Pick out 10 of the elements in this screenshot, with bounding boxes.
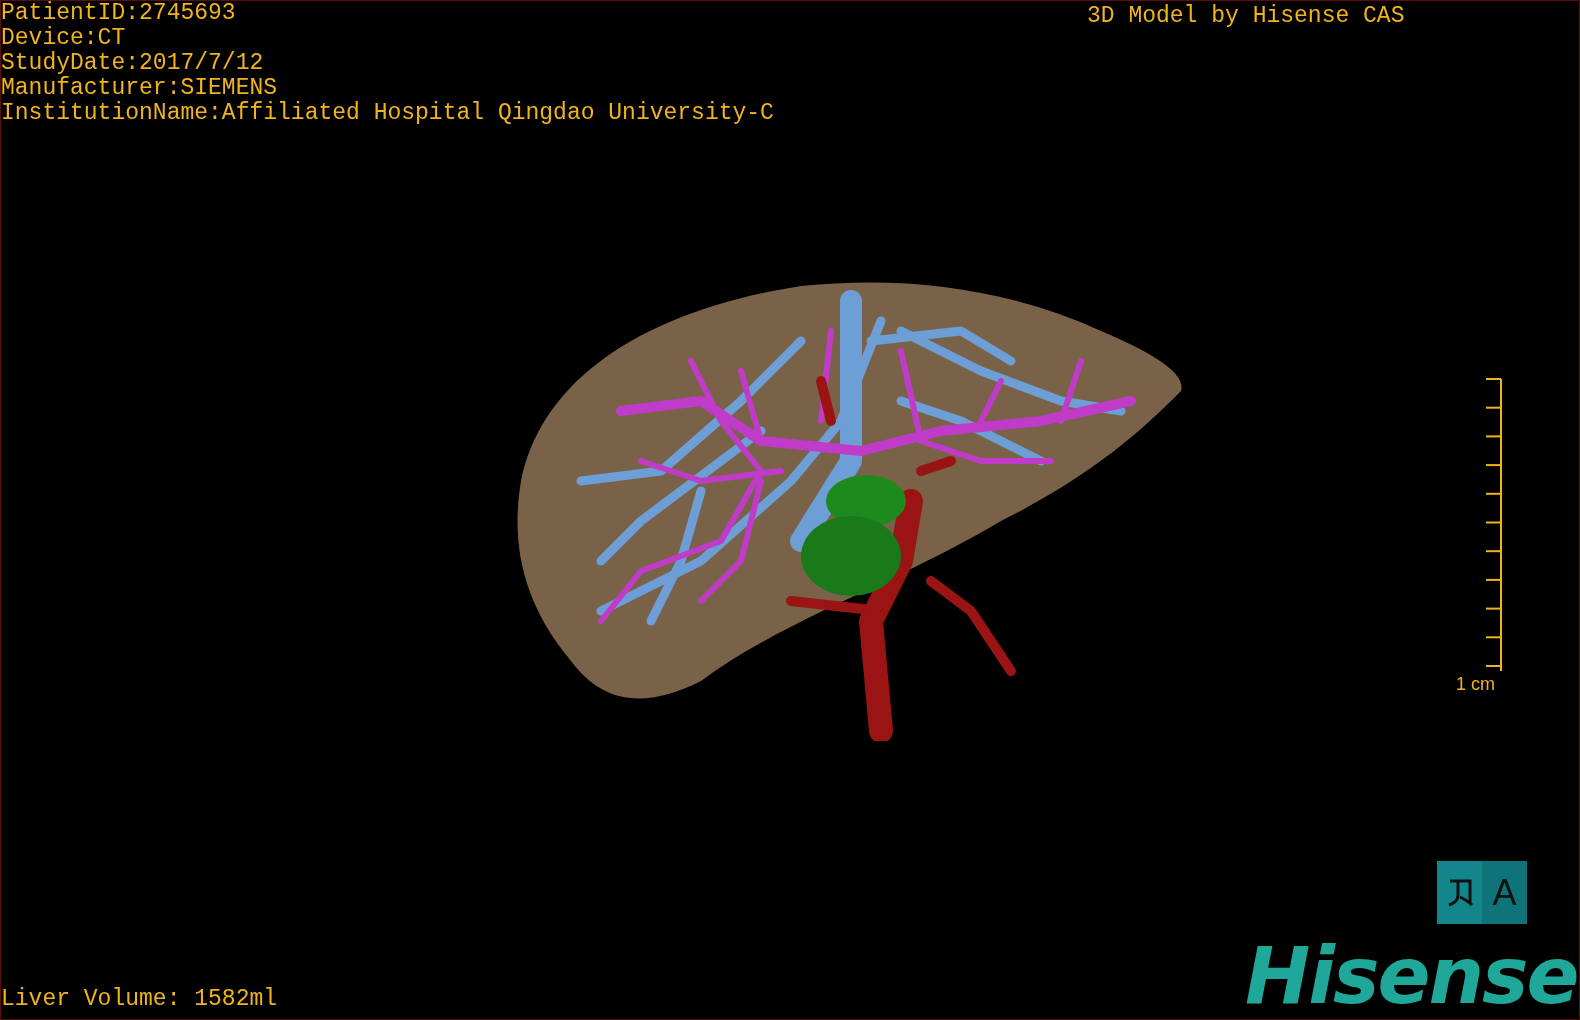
patient-info-text: Manufacturer:SIEMENS xyxy=(1,76,279,101)
scale-label: 1 cm xyxy=(1456,673,1495,696)
patient-info-text: PatientID:2745693 xyxy=(1,1,237,26)
patient-info-text: Device:CT xyxy=(1,26,127,51)
patient-info-text: StudyDate:2017/7/12 xyxy=(1,51,265,76)
brand-logo: Hisense xyxy=(1245,936,1578,1016)
language-button[interactable]: A xyxy=(1437,861,1527,924)
model-credit-text: 3D Model by Hisense CAS xyxy=(1087,2,1405,31)
liver-volume-text: Liver Volume: 1582ml xyxy=(1,985,278,1014)
patient-info-text: InstitutionName:Affiliated Hospital Qingdao University-C xyxy=(1,101,774,126)
